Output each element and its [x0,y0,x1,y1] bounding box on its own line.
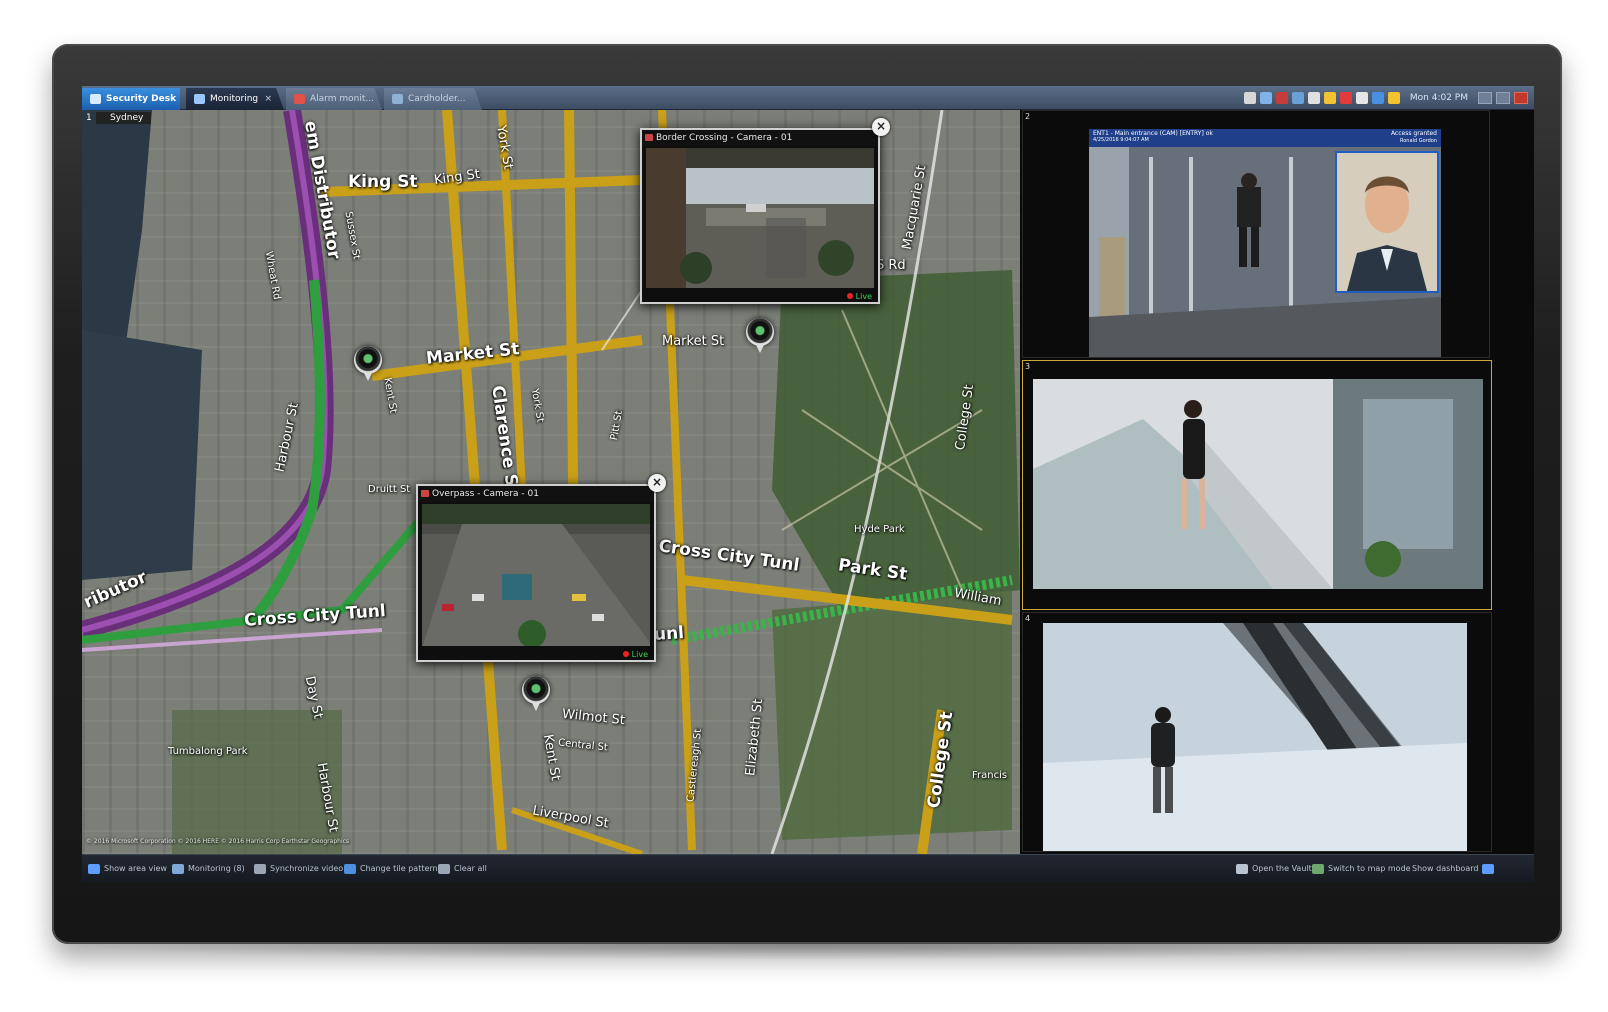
switch-to-map-mode-button[interactable]: Switch to map mode [1312,862,1411,876]
overpass-scene [422,504,650,646]
map-location: Sydney [96,112,152,124]
access-status: Access granted [1390,130,1437,137]
street-label: Hyde Park [854,524,905,535]
video-tile-2[interactable]: 2 ENT1 - Main entrance (CAM) [ENTRY] ok … [1022,110,1490,358]
tab-bar: Security Desk Monitoring × Alarm monit..… [82,86,1534,110]
street-label: S Rd [876,258,906,273]
tab-label: Security Desk [106,94,177,104]
tab-cardholder[interactable]: Cardholder... [384,88,482,110]
tile-number: 3 [1025,362,1031,371]
tab-label: Monitoring [210,94,259,104]
camera-pin-icon[interactable] [354,346,382,381]
tray-icon[interactable] [1275,92,1288,104]
border-crossing-scene [646,148,874,288]
live-indicator: Live [847,292,872,301]
tray-icon[interactable] [1339,92,1352,104]
popup-title: Overpass - Camera - 01 [418,486,654,502]
monitoring-icon [172,864,184,874]
tile-number: 2 [1025,112,1031,121]
clear-icon [438,864,450,874]
restore-button[interactable] [1496,92,1510,104]
popup-title: Border Crossing - Camera - 01 [642,130,878,146]
camera-popup-overpass[interactable]: Overpass - Camera - 01 × Live [416,474,666,662]
cardholder-photo [1335,151,1439,293]
tile-number: 4 [1025,614,1031,623]
tab-security-desk[interactable]: Security Desk [82,88,180,110]
chevron-left-icon [1482,864,1495,874]
button-label: Show area view [104,864,167,873]
minimize-button[interactable] [1478,92,1492,104]
street-label: Market St [662,334,725,349]
video-tile-3[interactable]: 3 [1022,360,1492,610]
show-area-view-button[interactable]: Show area view [88,862,167,876]
camera-video [422,504,650,646]
button-label: Clear all [454,864,487,873]
show-dashboard-button[interactable]: Show dashboard [1412,862,1495,876]
open-vault-button[interactable]: Open the Vault [1236,862,1312,876]
cardholder-portrait [1337,153,1437,291]
door-name: ENT1 - Main entrance (CAM) [ENTRY] ok [1093,130,1213,137]
clock: Mon 4:02 PM [1409,93,1468,103]
system-tray: Mon 4:02 PM [1243,89,1528,107]
button-label: Show dashboard [1412,864,1479,873]
bottom-toolbar: Show area view Monitoring (8) Synchroniz… [82,854,1534,882]
cardholder-name: Ronald Gordon [1400,138,1437,144]
button-label: Switch to map mode [1328,864,1411,873]
tray-icon[interactable] [1259,92,1272,104]
event-time: 4/25/2016 9:04:07 AM [1093,137,1149,143]
camera-video [646,148,874,288]
camera-pin-icon[interactable] [522,676,550,711]
close-button[interactable] [1514,92,1528,104]
security-desk-screen: Security Desk Monitoring × Alarm monit..… [82,86,1534,882]
change-tile-pattern-button[interactable]: Change tile pattern [344,862,438,876]
escalator-scene [1043,623,1467,851]
button-label: Monitoring (8) [188,864,245,873]
tray-icon[interactable] [1307,92,1320,104]
tray-icon[interactable] [1371,92,1384,104]
tile-number: 1 [86,113,92,123]
map-tile[interactable]: Sydney 1 King St King St Market St Marke… [82,110,1020,854]
stairway-scene [1033,379,1483,589]
tray-icon[interactable] [1387,92,1400,104]
live-indicator: Live [623,650,648,659]
map-icon [1312,864,1324,874]
alarm-icon [294,94,305,104]
tab-label: Alarm monit... [310,94,374,104]
tab-label: Cardholder... [408,94,466,104]
map-copyright: © 2016 Microsoft Corporation © 2016 HERE… [86,838,350,845]
street-label: unl [653,622,685,646]
close-icon[interactable]: × [872,118,890,136]
tray-icon[interactable] [1291,92,1304,104]
street-label: Druitt St [368,484,411,495]
security-desk-icon [90,94,101,104]
tile-pattern-icon [344,864,356,874]
video-tile-4[interactable]: 4 [1022,612,1492,852]
button-label: Change tile pattern [360,864,438,873]
tab-alarm-monitoring[interactable]: Alarm monit... [286,88,382,110]
tray-icon[interactable] [1355,92,1368,104]
street-label: Francis [972,770,1008,781]
chevron-right-icon [88,864,100,874]
tray-icon[interactable] [1323,92,1336,104]
monitoring-icon [194,94,205,104]
button-label: Synchronize video [270,864,344,873]
tab-monitoring[interactable]: Monitoring × [186,88,284,110]
camera-popup-border-crossing[interactable]: Border Crossing - Camera - 01 × Live [640,118,890,304]
clear-all-button[interactable]: Clear all [438,862,487,876]
access-event-header: ENT1 - Main entrance (CAM) [ENTRY] ok Ac… [1089,129,1441,147]
cardholder-icon [392,94,403,104]
close-icon[interactable]: × [264,88,272,110]
vault-icon [1236,864,1248,874]
sync-icon [254,864,266,874]
tray-icon[interactable] [1243,92,1256,104]
button-label: Open the Vault [1252,864,1312,873]
monitoring-button[interactable]: Monitoring (8) [172,862,245,876]
synchronize-video-button[interactable]: Synchronize video [254,862,343,876]
entrance-video: ENT1 - Main entrance (CAM) [ENTRY] ok Ac… [1089,129,1441,357]
street-label: King St [348,172,418,192]
street-label: Tumbalong Park [168,746,248,757]
camera-pin-icon[interactable] [746,318,774,353]
close-icon[interactable]: × [648,474,666,492]
